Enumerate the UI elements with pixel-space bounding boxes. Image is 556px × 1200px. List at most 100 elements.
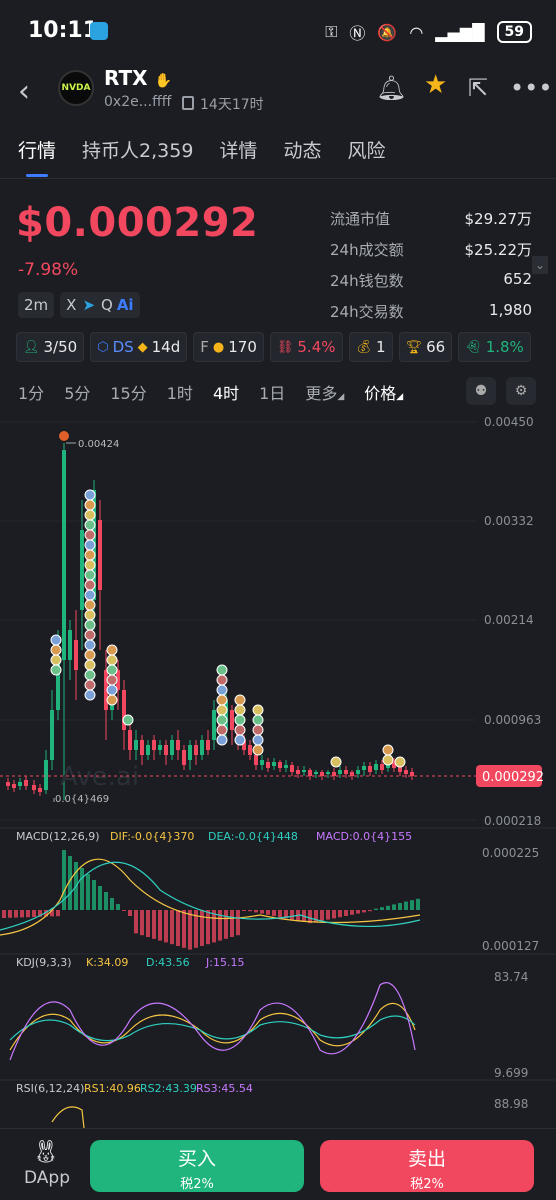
tf-1m[interactable]: 1分 — [18, 380, 44, 404]
tf-1h[interactable]: 1时 — [167, 380, 193, 404]
metric-chain[interactable]: ⛓ 5.4% — [269, 332, 343, 362]
macd-bar — [128, 910, 132, 916]
kdj-axis-bottom: 9.699 — [494, 1066, 528, 1080]
dapp-label[interactable]: DApp — [24, 1168, 70, 1188]
ai-icon[interactable]: Ai — [117, 296, 134, 314]
hand-icon: ✋ — [154, 73, 172, 89]
macd-bar — [200, 910, 204, 946]
metric-ds[interactable]: ⬡ DS ◆ 14d — [90, 332, 188, 362]
metric-money-bag[interactable]: 💰︎ 1 — [348, 332, 393, 362]
candle-body — [362, 766, 366, 770]
candle-body — [284, 765, 288, 768]
macd-bar — [332, 910, 336, 919]
kdj-axis-top: 83.74 — [494, 970, 528, 984]
candle-body — [18, 782, 22, 786]
tf-1d[interactable]: 1日 — [259, 380, 285, 404]
tab-details[interactable]: 详情 — [219, 136, 257, 163]
candle-body — [314, 772, 318, 774]
tf-5m[interactable]: 5分 — [64, 380, 90, 404]
tf-15m[interactable]: 15分 — [110, 380, 146, 404]
trade-marker-icon — [216, 704, 228, 716]
macd-axis-bottom: 0.000127 — [482, 939, 539, 953]
macd-bar — [290, 910, 294, 920]
rsi-1: RS1:40.96 — [84, 1082, 141, 1095]
candle-body — [326, 772, 330, 774]
candle-body — [410, 772, 414, 776]
trade-marker-icon — [234, 704, 246, 716]
candle-body — [374, 764, 378, 770]
token-address[interactable]: 0x2e...ffff — [104, 94, 171, 110]
tab-market[interactable]: 行情 — [18, 136, 56, 163]
candle-body — [254, 755, 258, 765]
rsi-2: RS2:43.39 — [140, 1082, 197, 1095]
metric-holders[interactable]: 👤︎ 3/50 — [16, 332, 85, 362]
tab-holders[interactable]: 持币人2,359 — [82, 136, 193, 163]
copy-icon[interactable] — [182, 96, 194, 110]
macd-bar — [224, 910, 228, 939]
trade-marker-icon — [84, 529, 96, 541]
expand-icon[interactable]: ⌄ — [531, 256, 548, 274]
macd-bar — [134, 910, 138, 934]
macd-bar — [110, 898, 114, 910]
candlestick-chart[interactable]: Ave.ai 0.00450 0.00332 0.00214 0.000963 … — [0, 410, 556, 1128]
indicator-icon[interactable]: ⚉ — [466, 377, 496, 405]
money-bag-icon: 💰︎ — [355, 339, 373, 355]
candle-body — [140, 740, 144, 755]
macd-bar — [86, 874, 90, 910]
buy-button[interactable]: 买入 税2% — [90, 1140, 304, 1192]
macd-title: MACD(12,26,9) — [16, 830, 100, 843]
trade-marker-icon — [84, 559, 96, 571]
dapp-icon[interactable]: 🐰︎ — [32, 1140, 60, 1165]
macd-bar — [140, 910, 144, 936]
social-links: X ➤ Q Ai — [60, 292, 140, 318]
sell-label: 卖出 — [407, 1148, 446, 1170]
telegram-icon[interactable]: ➤ — [82, 296, 95, 314]
metric-ghost[interactable]: 👻︎ 1.8% — [458, 332, 531, 362]
macd-bar — [260, 910, 264, 914]
tab-activity[interactable]: 动态 — [283, 136, 321, 163]
tab-risk[interactable]: 风险 — [347, 136, 385, 163]
tf-more[interactable]: 更多◢ — [305, 380, 344, 404]
macd-bar — [20, 910, 24, 918]
tf-4h[interactable]: 4时 — [213, 380, 239, 404]
macd-bar — [266, 910, 270, 915]
back-icon[interactable]: ‹ — [18, 74, 30, 109]
coin-icon: ● — [212, 339, 225, 355]
kdj-title: KDJ(9,3,3) — [16, 956, 72, 969]
macd-bar — [92, 880, 96, 910]
settings-icon[interactable]: ⚙ — [506, 377, 536, 405]
macd-bar — [56, 910, 60, 917]
divider — [0, 178, 556, 179]
candle-body — [230, 710, 234, 730]
trade-marker-icon — [216, 684, 228, 696]
price-tick: 0.00450 — [484, 415, 534, 429]
search-icon[interactable]: Q — [101, 296, 113, 314]
macd-bar — [176, 910, 180, 946]
metric-trophy[interactable]: 🏆︎ 66 — [398, 332, 453, 362]
trade-marker-icon — [84, 639, 96, 651]
trade-marker-icon — [252, 744, 264, 756]
share-icon[interactable]: ⇱ — [468, 74, 488, 102]
status-bar: 10:11 ⚿ Ⓝ 🔕 ◠ ▂▄▆█ 59 — [0, 0, 556, 62]
macd-bar — [404, 901, 408, 910]
bell-icon[interactable]: 🔔︎ — [376, 74, 406, 102]
macd-bar — [356, 910, 360, 914]
macd-bar — [182, 910, 186, 948]
age-chip: 2m — [18, 292, 55, 318]
trade-marker-icon — [252, 734, 264, 746]
stat-label: 24h交易数 — [330, 303, 404, 321]
sell-button[interactable]: 卖出 税2% — [320, 1140, 534, 1192]
token-age: 14天17时 — [200, 97, 264, 113]
more-icon[interactable]: ••• — [510, 74, 552, 102]
trade-marker-icon — [84, 579, 96, 591]
metric-f[interactable]: F ● 170 — [193, 332, 264, 362]
x-icon[interactable]: X — [66, 296, 76, 314]
macd-bar — [362, 910, 366, 913]
token-name: RTX ✋ — [104, 66, 172, 90]
tf-price-toggle[interactable]: 价格◢ — [364, 380, 403, 404]
stat-value: 1,980 — [489, 301, 532, 319]
mute-icon: 🔕 — [377, 22, 398, 42]
trade-marker-icon — [84, 539, 96, 551]
candle-body — [50, 710, 54, 760]
star-icon[interactable]: ★ — [424, 70, 447, 100]
